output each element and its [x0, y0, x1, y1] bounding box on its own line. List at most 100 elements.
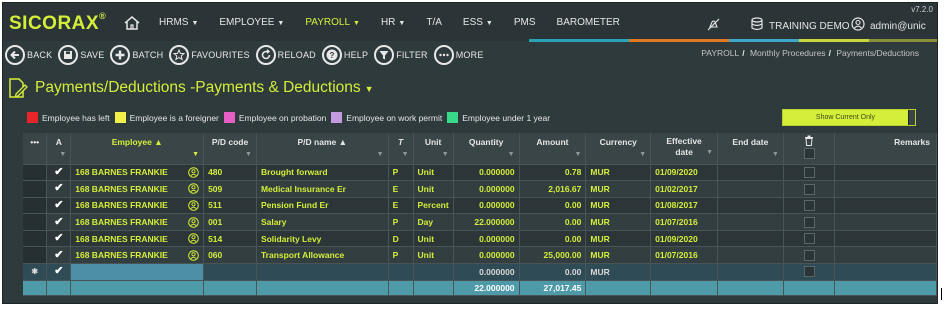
- end-date-cell[interactable]: [717, 164, 784, 182]
- pd-code-cell[interactable]: 514: [203, 230, 257, 248]
- delete-checkbox-cell[interactable]: [783, 197, 836, 215]
- employee-profile-icon[interactable]: [188, 249, 199, 261]
- active-checkbox[interactable]: ✔: [46, 164, 72, 182]
- employee-profile-icon[interactable]: [188, 183, 199, 195]
- delete-checkbox[interactable]: [803, 183, 815, 195]
- batch-button[interactable]: BATCH: [110, 45, 163, 65]
- new-record-row[interactable]: ✱ ✔ 0.000000 0.00 MUR: [23, 263, 937, 281]
- column-header-remarks[interactable]: Remarks: [834, 133, 937, 165]
- delete-checkbox-cell[interactable]: [783, 263, 836, 281]
- reload-button[interactable]: RELOAD: [255, 45, 316, 65]
- more-button[interactable]: MORE: [433, 45, 484, 65]
- end-date-cell[interactable]: [717, 246, 784, 265]
- pd-name-cell[interactable]: Brought forward: [256, 164, 389, 182]
- employee-cell[interactable]: 168 BARNES FRANKIE: [70, 213, 205, 231]
- column-header-delete[interactable]: [783, 133, 836, 165]
- remarks-cell[interactable]: [834, 164, 937, 182]
- row-gutter[interactable]: [23, 230, 48, 248]
- unit-cell[interactable]: Percent: [413, 197, 454, 215]
- delete-checkbox-cell[interactable]: [783, 213, 836, 231]
- currency-cell[interactable]: MUR: [585, 164, 652, 182]
- delete-checkbox[interactable]: [803, 216, 815, 228]
- active-checkbox[interactable]: ✔: [46, 246, 72, 265]
- delete-checkbox[interactable]: [803, 266, 815, 278]
- effective-date-cell[interactable]: 01/07/2016: [650, 213, 718, 231]
- effective-date-cell[interactable]: 01/07/2016: [650, 246, 718, 265]
- no-notifications-icon[interactable]: [707, 18, 720, 31]
- amount-cell[interactable]: 0.78: [519, 164, 587, 182]
- type-cell[interactable]: P: [388, 164, 414, 182]
- delete-checkbox[interactable]: [803, 249, 815, 261]
- pd-code-cell[interactable]: 480: [203, 164, 257, 182]
- active-checkbox[interactable]: ✔: [46, 213, 72, 231]
- pd-name-cell[interactable]: Transport Allowance: [256, 246, 389, 265]
- delete-checkbox[interactable]: [803, 166, 815, 178]
- type-cell[interactable]: P: [388, 246, 414, 265]
- menu-item-hr[interactable]: HR ▼: [381, 17, 405, 28]
- delete-checkbox[interactable]: [803, 200, 815, 212]
- active-checkbox[interactable]: ✔: [46, 197, 72, 215]
- checkmark-icon[interactable]: ✔: [53, 266, 64, 277]
- row-gutter[interactable]: [23, 164, 48, 182]
- end-date-cell[interactable]: [717, 180, 784, 198]
- column-header-pd-code[interactable]: P/D code ▼: [203, 133, 257, 165]
- table-row[interactable]: ✔ 168 BARNES FRANKIE 509 Medical Insurance …: [23, 180, 937, 198]
- save-button[interactable]: SAVE: [58, 45, 104, 65]
- breadcrumb-item[interactable]: Monthly Procedures: [750, 48, 826, 58]
- end-date-cell[interactable]: [717, 263, 784, 281]
- employee-profile-icon[interactable]: [188, 166, 199, 178]
- app-logo[interactable]: SICORAX®: [9, 11, 106, 35]
- checkmark-icon[interactable]: ✔: [53, 249, 64, 261]
- employee-cell[interactable]: 168 BARNES FRANKIE: [70, 180, 205, 198]
- active-checkbox[interactable]: ✔: [46, 263, 72, 281]
- active-checkbox[interactable]: ✔: [46, 230, 72, 248]
- table-row[interactable]: ✔ 168 BARNES FRANKIE 480 Brought forward P Un…: [23, 164, 937, 182]
- quantity-cell[interactable]: 0.000000: [453, 246, 520, 265]
- currency-cell[interactable]: MUR: [585, 213, 652, 231]
- user-avatar-icon[interactable]: [851, 17, 865, 31]
- checkmark-icon[interactable]: ✔: [53, 199, 64, 211]
- end-date-cell[interactable]: [717, 230, 784, 248]
- delete-checkbox-cell[interactable]: [783, 164, 836, 182]
- table-row[interactable]: ✔ 168 BARNES FRANKIE 060 Transport Allowanc…: [23, 246, 937, 265]
- delete-checkbox[interactable]: [803, 233, 815, 245]
- menu-item-ess[interactable]: ESS ▼: [463, 17, 493, 28]
- amount-cell[interactable]: 25,000.00: [519, 246, 587, 265]
- unit-cell[interactable]: Unit: [413, 180, 454, 198]
- quantity-cell[interactable]: 22.000000: [453, 213, 520, 231]
- menu-item-hrms[interactable]: HRMS ▼: [159, 17, 198, 28]
- amount-cell[interactable]: 2,016.67: [519, 180, 587, 198]
- pd-code-cell[interactable]: 509: [203, 180, 257, 198]
- pd-name-cell[interactable]: Salary: [256, 213, 389, 231]
- type-cell[interactable]: [388, 263, 414, 281]
- effective-date-cell[interactable]: 01/09/2020: [650, 230, 718, 248]
- quantity-cell[interactable]: 0.000000: [453, 197, 520, 215]
- unit-cell[interactable]: Unit: [413, 230, 454, 248]
- amount-cell[interactable]: 0.00: [519, 197, 587, 215]
- row-gutter[interactable]: [23, 197, 48, 215]
- trash-icon[interactable]: [804, 135, 814, 146]
- home-icon[interactable]: [123, 15, 141, 31]
- employee-profile-icon[interactable]: [188, 216, 199, 228]
- type-cell[interactable]: E: [388, 197, 414, 215]
- column-header-end-date[interactable]: End date ▼: [717, 133, 784, 165]
- select-all-checkbox[interactable]: [803, 148, 815, 160]
- delete-checkbox-cell[interactable]: [783, 246, 836, 265]
- toggle-knob[interactable]: [908, 110, 915, 125]
- database-icon[interactable]: [751, 17, 763, 31]
- currency-cell[interactable]: MUR: [585, 230, 652, 248]
- remarks-cell[interactable]: [834, 213, 937, 231]
- table-row[interactable]: ✔ 168 BARNES FRANKIE 001 Salary P Day 22.00000…: [23, 213, 937, 231]
- effective-date-cell[interactable]: 01/09/2020: [650, 164, 718, 182]
- menu-item-pms[interactable]: PMS: [514, 17, 536, 28]
- show-current-only-toggle[interactable]: Show Current Only: [782, 109, 916, 126]
- amount-cell[interactable]: 0.00: [519, 213, 587, 231]
- row-gutter[interactable]: [23, 213, 48, 231]
- user-name[interactable]: admin@unic: [870, 21, 926, 32]
- menu-item-barometer[interactable]: BAROMETER: [557, 17, 620, 28]
- menu-item-employee[interactable]: EMPLOYEE ▼: [219, 17, 284, 28]
- pd-code-cell[interactable]: 001: [203, 213, 257, 231]
- remarks-cell[interactable]: [834, 263, 937, 281]
- back-button[interactable]: BACK: [5, 45, 52, 65]
- column-header-effective-date[interactable]: Effective date ▼: [650, 133, 718, 165]
